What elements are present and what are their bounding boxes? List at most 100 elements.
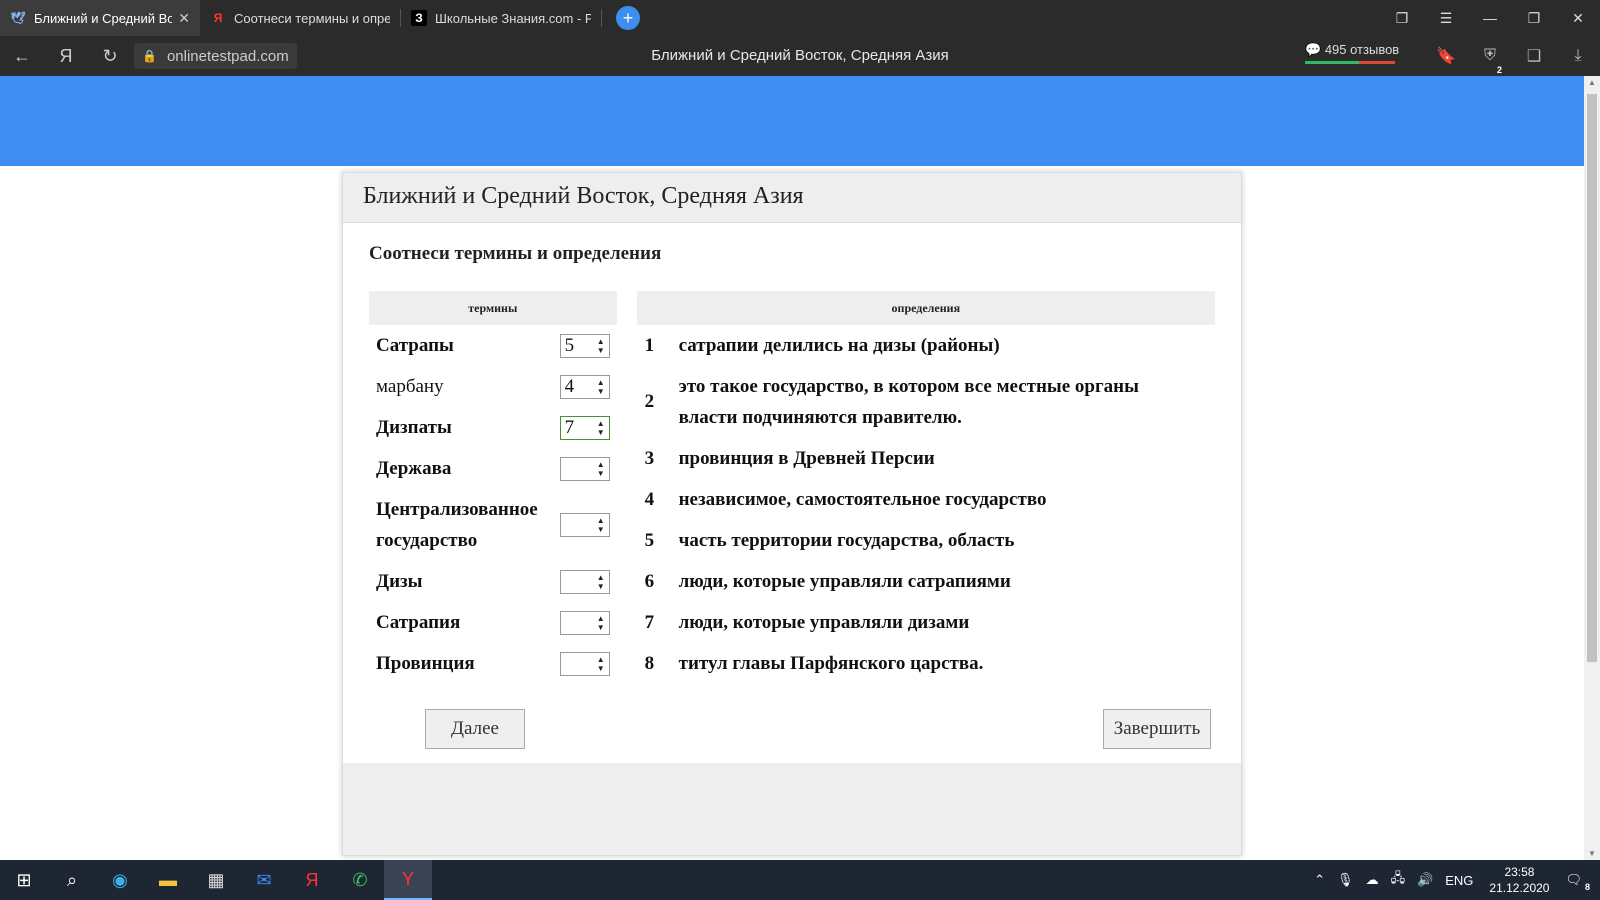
term-select[interactable]: ▲ ▼ xyxy=(559,651,610,676)
finish-button[interactable]: Завершить xyxy=(1103,709,1211,749)
download-icon[interactable]: ⤓ xyxy=(1556,47,1600,65)
definitions-header: определения xyxy=(636,291,1215,325)
file-explorer-icon[interactable]: ▬ xyxy=(144,860,192,900)
clock[interactable]: 23:58 21.12.2020 xyxy=(1479,864,1559,896)
definition-row: 7 люди, которые управляли дизами xyxy=(637,602,1215,643)
scrollbar[interactable]: ▲ ▼ xyxy=(1584,76,1600,860)
definition-row: 2 это такое государство, в котором все м… xyxy=(637,366,1215,438)
bookmarks-panel-icon[interactable]: ❐ xyxy=(1380,10,1424,27)
clock-date: 21.12.2020 xyxy=(1489,881,1550,895)
term-row: Дизпаты 7 ▲ ▼ xyxy=(369,407,617,448)
test-card: Ближний и Средний Восток, Средняя Азия С… xyxy=(342,172,1242,856)
term-select[interactable]: ▲ ▼ xyxy=(559,513,610,537)
term-row: Сатрапы 5 ▲ ▼ xyxy=(369,325,617,366)
tab-title: Соотнеси термины и определения xyxy=(234,10,390,26)
term-row: Сатрапия ▲ ▼ xyxy=(369,602,617,643)
search-icon[interactable]: ⌕ xyxy=(48,860,96,900)
definition-text: люди, которые управляли дизами xyxy=(678,612,970,633)
test-title: Ближний и Средний Восток, Средняя Азия xyxy=(343,173,1241,223)
definition-number: 3 xyxy=(644,447,655,469)
select-value: 4 xyxy=(564,375,575,397)
tab-separator xyxy=(601,9,602,27)
yandex-logo-icon[interactable]: Я xyxy=(44,46,88,67)
protect-icon[interactable]: ⛨ 2 xyxy=(1468,47,1512,75)
close-icon[interactable]: ✕ xyxy=(178,10,190,27)
select-arrows-icon: ▲ ▼ xyxy=(596,459,605,478)
tab-title: Школьные Знания.com - Р xyxy=(435,10,591,26)
lock-icon: 🔒 xyxy=(142,49,157,63)
term-select[interactable]: 4 ▲ ▼ xyxy=(559,374,610,399)
term-label: Держава xyxy=(376,458,452,479)
reviews-label: 495 отзывов xyxy=(1324,42,1400,57)
reload-icon[interactable]: ↻ xyxy=(88,46,132,67)
definition-number: 6 xyxy=(644,570,655,592)
new-tab-button[interactable]: + xyxy=(616,6,640,30)
url-field[interactable]: 🔒 onlinetestpad.com xyxy=(134,43,297,69)
minimize-icon[interactable]: — xyxy=(1468,10,1512,26)
menu-icon[interactable]: ☰ xyxy=(1424,10,1468,27)
terms-header: термины xyxy=(369,291,617,325)
tab-test[interactable]: 🕊 Ближний и Средний Восток, Средняя Азия… xyxy=(0,0,200,36)
term-label: Сатрапия xyxy=(376,612,461,633)
definition-row: 1 сатрапии делились на дизы (районы) xyxy=(637,325,1215,366)
mail-icon[interactable]: ✉ xyxy=(240,860,288,900)
tab-yandex[interactable]: Я Соотнеси термины и определения xyxy=(200,0,400,36)
yandex-browser-icon[interactable]: Y xyxy=(384,860,432,900)
term-select[interactable]: ▲ ▼ xyxy=(559,610,610,635)
definition-number: 7 xyxy=(644,611,655,633)
language-indicator[interactable]: ENG xyxy=(1439,873,1479,888)
select-arrows-icon: ▲ ▼ xyxy=(596,377,605,396)
question-text: Соотнеси термины и определения xyxy=(369,243,662,264)
comment-icon: 💬 xyxy=(1305,42,1322,57)
question-body: Соотнеси термины и определения термины С… xyxy=(343,223,1241,684)
scrollbar-thumb[interactable] xyxy=(1587,94,1597,662)
term-label: Дизпаты xyxy=(376,417,452,438)
back-icon[interactable]: ← xyxy=(0,46,44,67)
term-label: марбану xyxy=(376,376,444,397)
notifications-icon[interactable]: 🗨 8 xyxy=(1559,872,1600,892)
bookmark-icon[interactable]: 🔖 xyxy=(1424,46,1468,66)
close-window-icon[interactable]: ✕ xyxy=(1556,10,1600,27)
collections-icon[interactable]: ❑ xyxy=(1512,46,1556,66)
term-select[interactable]: 7 ▲ ▼ xyxy=(559,415,610,440)
whatsapp-icon[interactable]: ✆ xyxy=(336,860,384,900)
matching-table: термины Сатрапы 5 ▲ ▼ марбану 4 ▲ ▼ Дизпаты … xyxy=(369,291,1215,684)
next-button[interactable]: Далее xyxy=(425,709,525,749)
cloud-icon[interactable]: ☁ xyxy=(1360,872,1385,888)
definition-text: провинция в Древней Персии xyxy=(678,448,935,469)
volume-icon[interactable]: 🔊 xyxy=(1411,872,1439,888)
taskbar: ⊞ ⌕ ◉ ▬ ▦ ✉ Я ✆ Y ⌃ 🎙 ☁ 🖧 🔊 ENG 23:58 21… xyxy=(0,860,1600,900)
yandex-app-icon[interactable]: Я xyxy=(288,860,336,900)
term-select[interactable]: ▲ ▼ xyxy=(559,456,610,481)
term-select[interactable]: ▲ ▼ xyxy=(559,569,610,594)
term-row: Дизы ▲ ▼ xyxy=(369,561,617,602)
reviews-button[interactable]: 💬 495 отзывов xyxy=(1305,42,1399,64)
definitions-column: определения 1 сатрапии делились на дизы … xyxy=(636,291,1215,684)
definition-text: сатрапии делились на дизы (районы) xyxy=(678,335,1000,356)
definition-number: 1 xyxy=(644,334,655,356)
tab-bar: 🕊 Ближний и Средний Восток, Средняя Азия… xyxy=(0,0,1600,36)
network-icon[interactable]: 🖧 xyxy=(1385,869,1412,891)
definition-text: титул главы Парфянского царства. xyxy=(678,653,984,674)
select-value: 7 xyxy=(564,416,575,438)
definition-text: люди, которые управляли сатрапиями xyxy=(678,571,1011,592)
address-bar: ← Я ↻ 🔒 onlinetestpad.com Ближний и Сред… xyxy=(0,36,1600,76)
scroll-up-icon[interactable]: ▲ xyxy=(1584,78,1600,87)
definition-number: 8 xyxy=(644,652,655,674)
term-label: Дизы xyxy=(376,571,423,592)
term-label: Провинция xyxy=(376,653,475,674)
definition-text: это такое государство, в котором все мес… xyxy=(678,376,1139,428)
store-icon[interactable]: ▦ xyxy=(192,860,240,900)
microphone-icon[interactable]: 🎙 xyxy=(1331,872,1360,888)
restore-icon[interactable]: ❐ xyxy=(1512,10,1556,27)
select-arrows-icon: ▲ ▼ xyxy=(596,418,605,437)
edge-icon[interactable]: ◉ xyxy=(96,860,144,900)
scroll-down-icon[interactable]: ▼ xyxy=(1584,849,1600,858)
select-arrows-icon: ▲ ▼ xyxy=(596,613,605,632)
select-value: 5 xyxy=(564,334,575,356)
term-select[interactable]: 5 ▲ ▼ xyxy=(559,333,610,358)
tab-znania[interactable]: З Школьные Знания.com - Р xyxy=(401,0,601,36)
definition-text: независимое, самостоятельное государство xyxy=(678,489,1047,510)
chevron-up-icon[interactable]: ⌃ xyxy=(1308,872,1331,888)
windows-start-icon[interactable]: ⊞ xyxy=(0,860,48,900)
